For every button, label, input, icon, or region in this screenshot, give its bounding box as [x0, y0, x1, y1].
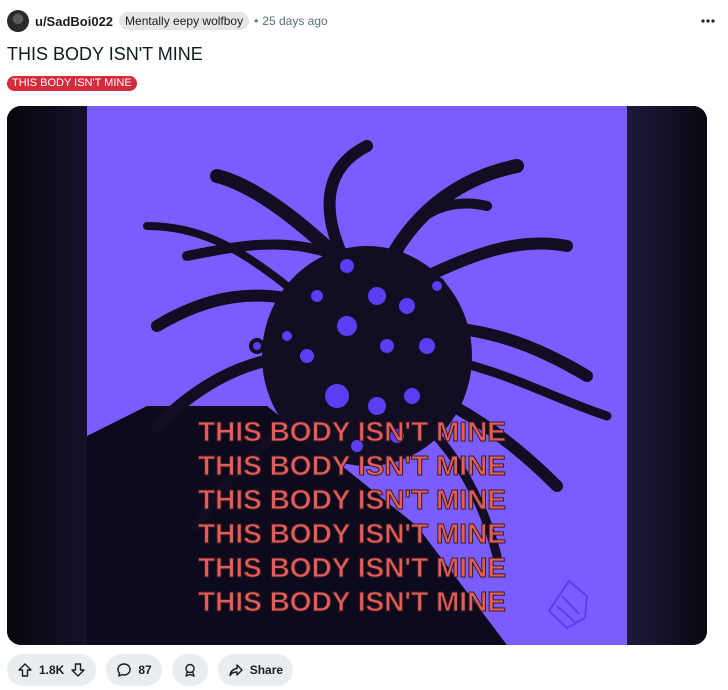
comments-button[interactable]: 87 — [106, 654, 162, 686]
post-age: 25 days ago — [262, 14, 328, 28]
share-button[interactable]: Share — [217, 654, 294, 686]
comment-icon — [116, 662, 132, 678]
more-options-icon[interactable] — [697, 10, 719, 32]
image-letterbox-right — [627, 106, 707, 645]
award-icon — [182, 662, 198, 678]
image-text-line-4: THIS BODY ISN'T MINE — [198, 518, 506, 549]
award-button[interactable] — [171, 654, 208, 686]
post-image[interactable]: THIS BODY ISN'T MINE THIS BODY ISN'T MIN… — [7, 106, 707, 645]
vote-count: 1.8K — [39, 663, 65, 677]
separator-dot: • — [254, 14, 259, 28]
post-flair[interactable]: THIS BODY ISN'T MINE — [7, 76, 137, 91]
downvote-icon[interactable] — [70, 662, 86, 678]
image-text-line-1: THIS BODY ISN'T MINE — [198, 416, 506, 447]
post-title[interactable]: THIS BODY ISN'T MINE — [7, 44, 203, 65]
image-letterbox-left — [7, 106, 87, 645]
share-icon — [228, 662, 244, 678]
vote-control: 1.8K — [7, 654, 97, 686]
upvote-icon[interactable] — [17, 662, 33, 678]
artwork: THIS BODY ISN'T MINE THIS BODY ISN'T MIN… — [87, 106, 627, 645]
post-actions: 1.8K 87 Share — [7, 654, 294, 686]
author-link[interactable]: u/SadBoi022 — [35, 14, 113, 29]
user-flair: Mentally eepy wolfboy — [119, 12, 250, 30]
image-text-line-5: THIS BODY ISN'T MINE — [198, 552, 506, 583]
image-text-line-2: THIS BODY ISN'T MINE — [198, 450, 506, 481]
image-text-line-3: THIS BODY ISN'T MINE — [198, 484, 506, 515]
share-label: Share — [249, 663, 284, 677]
post-header: u/SadBoi022 Mentally eepy wolfboy • 25 d… — [7, 10, 719, 32]
image-text-line-6: THIS BODY ISN'T MINE — [198, 586, 506, 617]
avatar[interactable] — [7, 10, 29, 32]
comment-count: 87 — [138, 663, 152, 677]
